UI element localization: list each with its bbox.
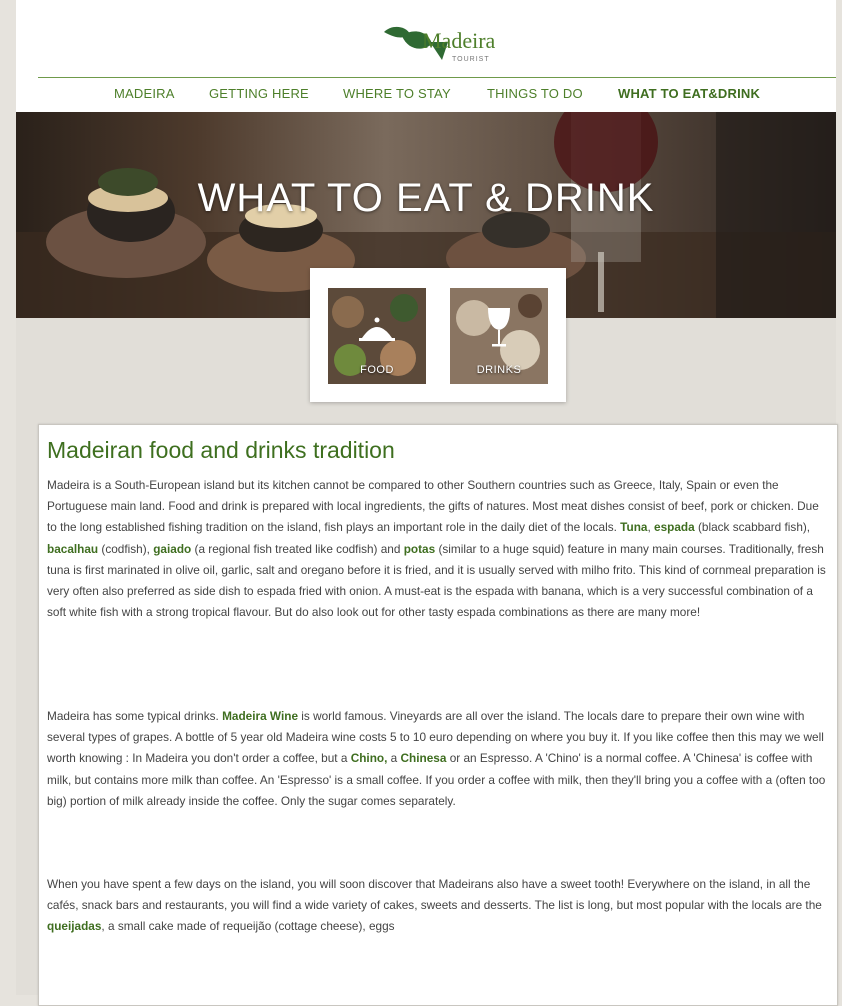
nav-item-things-to-do[interactable]: THINGS TO DO [487, 86, 583, 101]
article-card: Madeiran food and drinks tradition Madei… [38, 424, 838, 1006]
article-paragraph-sweets: When you have spent a few days on the is… [47, 874, 829, 938]
article-title: Madeiran food and drinks tradition [47, 437, 395, 463]
text-run: When you have spent a few days on the is… [47, 877, 822, 913]
text-run: (a regional fish treated like codfish) a… [191, 541, 404, 556]
highlight-espada: espada [654, 520, 695, 535]
hero-title: WHAT TO EAT & DRINK [197, 176, 655, 220]
text-run: (black scabbard fish), [694, 520, 811, 535]
highlight-queijadas: queijadas [47, 919, 102, 934]
nav-item-madeira[interactable]: MADEIRA [114, 86, 175, 101]
article-paragraph-food: Madeira is a South-European island but i… [47, 475, 829, 623]
category-food-label: FOOD [360, 364, 394, 376]
highlight-gaiado: gaiado [153, 541, 192, 556]
highlight-bacalhau: bacalhau [47, 541, 99, 556]
highlight-chinesa: Chinesa [400, 751, 447, 766]
brand-subtitle: TOURIST [452, 56, 490, 63]
text-run: a [387, 751, 401, 766]
article-paragraph-drinks: Madeira has some typical drinks. Madeira… [47, 706, 829, 812]
main-nav: MADEIRA GETTING HERE WHERE TO STAY THING… [38, 86, 836, 110]
highlight-potas: potas [403, 541, 436, 556]
text-run: (codfish), [98, 541, 154, 556]
highlight-tuna: Tuna [620, 520, 648, 535]
category-food[interactable]: FOOD [328, 288, 426, 384]
highlight-madeira-wine: Madeira Wine [222, 709, 298, 723]
brand-name[interactable]: Madeira [422, 28, 495, 54]
cloche-icon [359, 317, 395, 341]
category-drinks-label: DRINKS [476, 364, 522, 376]
nav-item-what-to-eat-drink[interactable]: WHAT TO EAT&DRINK [618, 86, 760, 101]
nav-item-where-to-stay[interactable]: WHERE TO STAY [343, 86, 451, 101]
nav-item-getting-here[interactable]: GETTING HERE [209, 86, 309, 101]
category-panel: FOOD DRINKS [310, 268, 566, 402]
highlight-chino: Chino, [350, 751, 388, 766]
text-run: Madeira has some typical drinks. [47, 709, 223, 723]
wine-glass-icon [488, 308, 510, 347]
text-run: , a small cake made of requeijão (cottag… [101, 919, 395, 934]
category-drinks[interactable]: DRINKS [450, 288, 548, 384]
header-divider [38, 77, 836, 78]
